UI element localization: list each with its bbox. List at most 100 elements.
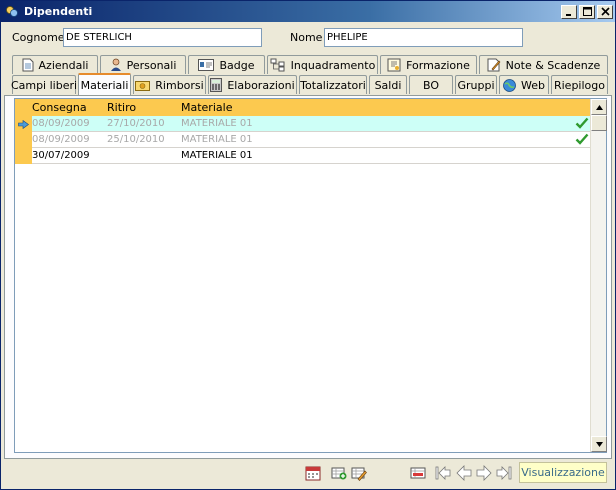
tab-aziendali[interactable]: Aziendali xyxy=(12,55,98,74)
tab-personali[interactable]: Personali xyxy=(100,55,186,74)
next-record-button[interactable] xyxy=(475,464,493,482)
maximize-button[interactable] xyxy=(579,4,595,19)
tab-campi-liberi[interactable]: Campi liberi xyxy=(10,75,78,94)
cell-consegna: 30/07/2009 xyxy=(32,150,90,161)
person-icon xyxy=(110,58,122,72)
first-record-icon xyxy=(435,466,451,480)
cell-materiale: MATERIALE 01 xyxy=(181,134,253,145)
tab-label: Gruppi xyxy=(457,78,495,92)
tab-gruppi[interactable]: Gruppi xyxy=(455,75,497,94)
add-record-icon xyxy=(331,467,347,480)
tab-label: Web xyxy=(521,78,545,92)
previous-record-icon xyxy=(456,465,472,481)
row-indicator xyxy=(15,148,32,164)
tab-label: Elaborazioni xyxy=(227,78,295,92)
tab-label: Riepilogo xyxy=(553,78,605,92)
tab-totalizzatori[interactable]: Totalizzatori xyxy=(299,75,367,94)
delete-record-button[interactable] xyxy=(409,464,427,482)
arrow-down-icon xyxy=(595,441,603,447)
table-row[interactable]: 08/09/2009 27/10/2010 MATERIALE 01 xyxy=(15,116,592,132)
tab-label: Formazione xyxy=(406,58,470,72)
tab-label: Totalizzatori xyxy=(300,78,366,92)
tab-web[interactable]: Web xyxy=(499,75,549,94)
column-header-materiale[interactable]: Materiale xyxy=(181,101,232,114)
globe-icon xyxy=(503,78,516,92)
cognome-label: Cognome xyxy=(12,31,65,44)
document-icon xyxy=(22,58,34,72)
delete-record-icon xyxy=(410,467,426,479)
cell-consegna: 08/09/2009 xyxy=(32,118,90,129)
first-record-button[interactable] xyxy=(434,464,452,482)
tab-label: Personali xyxy=(126,58,177,72)
grid-header: Consegna Ritiro Materiale xyxy=(15,99,592,116)
status-mode: Visualizzazione xyxy=(519,462,607,483)
hierarchy-icon xyxy=(270,58,286,72)
table-row[interactable]: 30/07/2009 MATERIALE 01 xyxy=(15,148,592,164)
arrow-up-icon xyxy=(595,104,603,110)
title-bar[interactable]: Dipendenti xyxy=(1,1,615,22)
last-record-button[interactable] xyxy=(495,464,513,482)
badge-icon xyxy=(198,59,215,71)
cell-ritiro: 27/10/2010 xyxy=(107,118,165,129)
tab-formazione[interactable]: Formazione xyxy=(380,55,477,74)
scroll-thumb[interactable] xyxy=(591,115,607,131)
tab-elaborazioni[interactable]: Elaborazioni xyxy=(208,75,297,94)
column-header-ritiro[interactable]: Ritiro xyxy=(107,101,136,114)
window-title: Dipendenti xyxy=(24,5,93,18)
tab-note-scadenze[interactable]: Note & Scadenze xyxy=(479,55,608,74)
previous-record-button[interactable] xyxy=(455,464,473,482)
tab-label: Badge xyxy=(219,58,255,72)
certificate-icon xyxy=(387,58,401,72)
last-record-icon xyxy=(496,466,512,480)
add-record-button[interactable] xyxy=(330,464,348,482)
calendar-button[interactable] xyxy=(304,464,322,482)
cognome-field[interactable] xyxy=(63,28,262,47)
calculator-icon xyxy=(210,78,223,92)
cell-consegna: 08/09/2009 xyxy=(32,134,90,145)
bottom-toolbar: Visualizzazione xyxy=(1,461,615,489)
next-record-icon xyxy=(476,465,492,481)
minimize-button[interactable] xyxy=(561,4,577,19)
employee-fields: Cognome Nome xyxy=(1,28,615,48)
row-indicator xyxy=(15,132,32,148)
cell-ritiro: 25/10/2010 xyxy=(107,134,165,145)
dipendenti-window: Dipendenti Cognome Nome Aziendali Pers xyxy=(0,0,616,490)
tab-label: Note & Scadenze xyxy=(505,58,601,72)
money-icon xyxy=(135,79,151,92)
note-pencil-icon xyxy=(487,58,501,72)
cell-materiale: MATERIALE 01 xyxy=(181,150,253,161)
app-icon xyxy=(4,4,20,20)
tab-rimborsi[interactable]: Rimborsi xyxy=(133,75,206,94)
column-header-consegna[interactable]: Consegna xyxy=(32,101,87,114)
nome-label: Nome xyxy=(290,31,323,44)
tab-badge[interactable]: Badge xyxy=(188,55,265,74)
materials-grid[interactable]: Consegna Ritiro Materiale 08/09/2009 27/… xyxy=(14,98,607,453)
tab-materiali[interactable]: Materiali xyxy=(78,73,131,95)
tab-label: Inquadramento xyxy=(290,58,376,72)
scroll-up-button[interactable] xyxy=(591,99,607,115)
tab-bo[interactable]: BO xyxy=(409,75,453,94)
tab-inquadramento[interactable]: Inquadramento xyxy=(267,55,378,74)
materiali-panel: Consegna Ritiro Materiale 08/09/2009 27/… xyxy=(4,95,612,459)
calendar-icon xyxy=(305,466,321,481)
vertical-scrollbar[interactable] xyxy=(590,99,607,452)
tab-riepilogo[interactable]: Riepilogo xyxy=(551,75,608,94)
row-indicator xyxy=(15,116,32,132)
scroll-down-button[interactable] xyxy=(591,436,607,452)
tab-label: BO xyxy=(422,78,439,92)
table-row[interactable]: 08/09/2009 25/10/2010 MATERIALE 01 xyxy=(15,132,592,148)
close-button[interactable] xyxy=(597,4,613,19)
edit-record-button[interactable] xyxy=(350,464,368,482)
tab-label: Rimborsi xyxy=(155,78,204,92)
returned-check-icon xyxy=(575,132,589,149)
tab-label: Saldi xyxy=(374,78,402,92)
tab-label: Campi liberi xyxy=(10,78,78,92)
edit-record-icon xyxy=(351,467,367,481)
current-row-arrow-icon xyxy=(18,119,29,129)
nome-field[interactable] xyxy=(324,28,523,47)
tab-saldi[interactable]: Saldi xyxy=(369,75,407,94)
cell-materiale: MATERIALE 01 xyxy=(181,118,253,129)
tab-label: Materiali xyxy=(80,78,129,92)
tab-label: Aziendali xyxy=(38,58,89,72)
returned-check-icon xyxy=(575,116,589,133)
